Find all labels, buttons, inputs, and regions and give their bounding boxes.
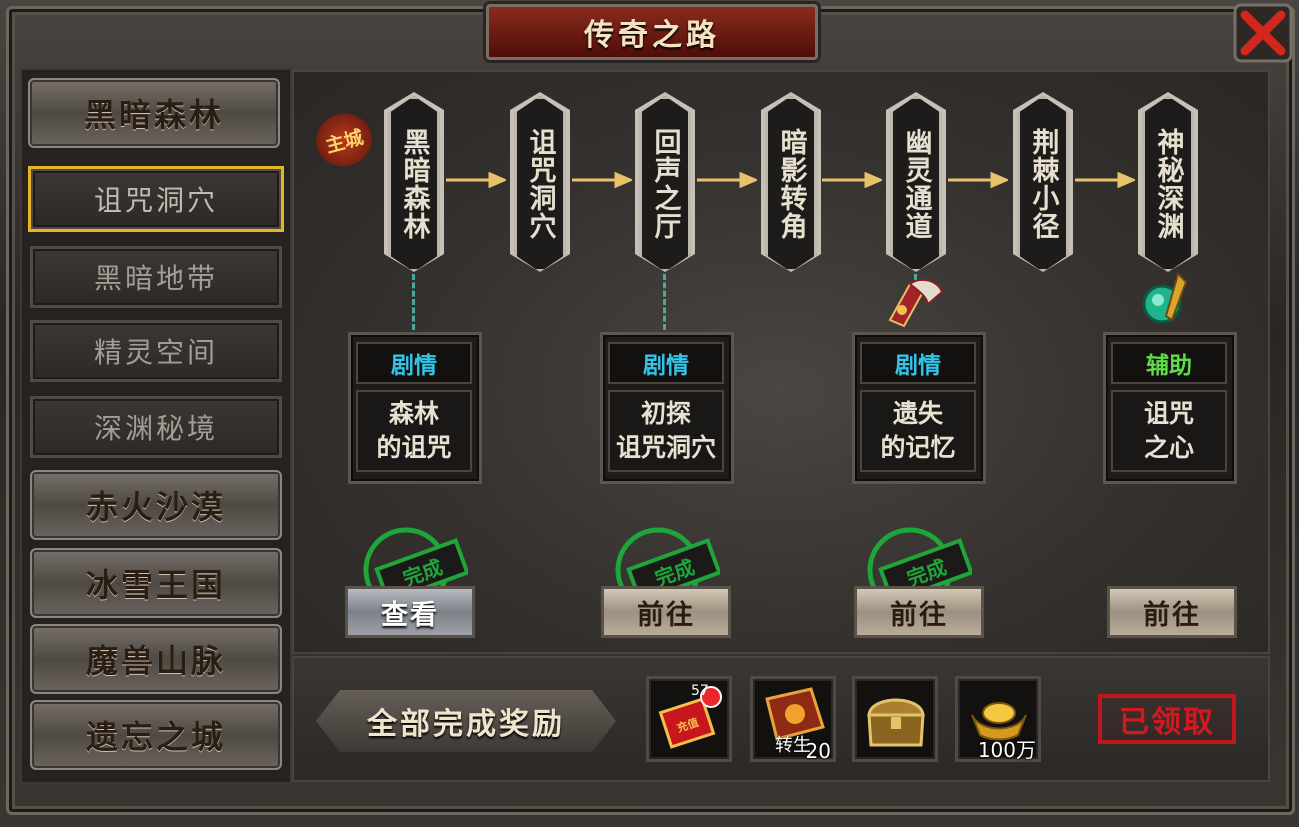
arrow-right-icon — [948, 172, 1008, 188]
path-node-4[interactable]: 暗影转角 — [765, 96, 817, 272]
sidebar-item-label: 冰雪王国 — [85, 566, 226, 604]
reward-title: 全部完成奖励 — [316, 690, 616, 752]
sidebar-item-cursed-cave[interactable]: 诅咒洞穴 — [28, 166, 284, 232]
task-name: 森林 的诅咒 — [356, 390, 472, 472]
task-type-label: 剧情 — [356, 342, 472, 384]
close-button[interactable] — [1232, 2, 1294, 64]
go-button[interactable]: 前往 — [1107, 586, 1237, 638]
task-name-line: 诅咒 — [1143, 399, 1194, 428]
task-card-3[interactable]: 剧情 遗失 的记忆 — [852, 332, 986, 484]
task-name: 诅咒 之心 — [1111, 390, 1227, 472]
task-type-label: 剧情 — [608, 342, 724, 384]
task-name-line: 遗失 — [892, 399, 943, 428]
sidebar-item-spirit-space[interactable]: 精灵空间 — [30, 320, 282, 382]
go-button[interactable]: 前往 — [854, 586, 984, 638]
treasure-chest-icon — [867, 698, 925, 747]
sidebar-item-dark-zone[interactable]: 黑暗地带 — [30, 246, 282, 308]
task-card-4[interactable]: 辅助 诅咒 之心 — [1103, 332, 1237, 484]
task-type-label: 剧情 — [860, 342, 976, 384]
arrow-right-icon — [822, 172, 882, 188]
path-node-2[interactable]: 诅咒洞穴 — [514, 96, 566, 272]
go-button[interactable]: 前往 — [601, 586, 731, 638]
sidebar-item-label: 深渊秘境 — [93, 412, 218, 445]
sidebar-item-label: 精灵空间 — [93, 336, 218, 369]
scroll-icon — [888, 278, 944, 328]
green-potion-icon — [1142, 272, 1188, 324]
connector-line — [663, 274, 666, 330]
task-name: 初探 诅咒洞穴 — [608, 390, 724, 472]
task-name: 遗失 的记忆 — [860, 390, 976, 472]
task-name-line: 初探 — [640, 399, 691, 428]
sidebar-item-label: 诅咒洞穴 — [93, 184, 218, 217]
reward-slot[interactable] — [852, 676, 938, 762]
path-node-7[interactable]: 神秘深渊 — [1142, 96, 1194, 272]
sidebar-item-beast-mountains[interactable]: 魔兽山脉 — [30, 624, 282, 694]
received-status-stamp: 已领取 — [1098, 694, 1236, 744]
sidebar-item-label: 黑暗森林 — [83, 96, 224, 134]
arrow-right-icon — [446, 172, 506, 188]
window-title: 传奇之路 — [584, 18, 720, 53]
connector-line — [412, 274, 415, 330]
reward-slot[interactable]: 充值 57 — [646, 676, 732, 762]
task-card-1[interactable]: 剧情 森林 的诅咒 — [348, 332, 482, 484]
task-name-line: 的记忆 — [880, 433, 956, 462]
arrow-right-icon — [1075, 172, 1135, 188]
path-node-5[interactable]: 幽灵通道 — [890, 96, 942, 272]
task-card-2[interactable]: 剧情 初探 诅咒洞穴 — [600, 332, 734, 484]
task-name-line: 诅咒洞穴 — [615, 433, 716, 462]
sidebar-item-label: 黑暗地带 — [93, 262, 218, 295]
sidebar-item-abyss-realm[interactable]: 深渊秘境 — [30, 396, 282, 458]
sidebar-item-label: 赤火沙漠 — [85, 488, 226, 526]
arrow-right-icon — [697, 172, 757, 188]
reward-badge: 57 — [691, 683, 709, 699]
task-name-line: 森林 — [388, 399, 439, 428]
reward-slot[interactable]: 转生 20 — [750, 676, 836, 763]
sidebar-item-dark-forest[interactable]: 黑暗森林 — [28, 78, 280, 148]
task-name-line: 的诅咒 — [376, 433, 452, 462]
reward-slot[interactable]: 100万 — [955, 676, 1041, 762]
sidebar-item-fire-desert[interactable]: 赤火沙漠 — [30, 470, 282, 540]
close-icon — [1233, 3, 1293, 63]
task-type-label: 辅助 — [1111, 342, 1227, 384]
arrow-right-icon — [572, 172, 632, 188]
path-node-3[interactable]: 回声之厅 — [639, 96, 691, 272]
sidebar-item-label: 魔兽山脉 — [85, 642, 226, 680]
red-envelope-icon: 充值 — [658, 686, 722, 749]
sidebar-item-label: 遗忘之城 — [85, 718, 226, 756]
reward-count: 100万 — [977, 738, 1036, 762]
path-node-6[interactable]: 荆棘小径 — [1017, 96, 1069, 272]
reward-count: 20 — [805, 739, 831, 763]
view-button[interactable]: 查看 — [345, 586, 475, 638]
title-plate: 传奇之路 — [486, 4, 818, 60]
sidebar-item-forgotten-city[interactable]: 遗忘之城 — [30, 700, 282, 770]
task-name-line: 之心 — [1143, 433, 1194, 462]
sidebar-item-ice-kingdom[interactable]: 冰雪王国 — [30, 548, 282, 618]
path-node-1[interactable]: 黑暗森林 — [388, 96, 440, 272]
